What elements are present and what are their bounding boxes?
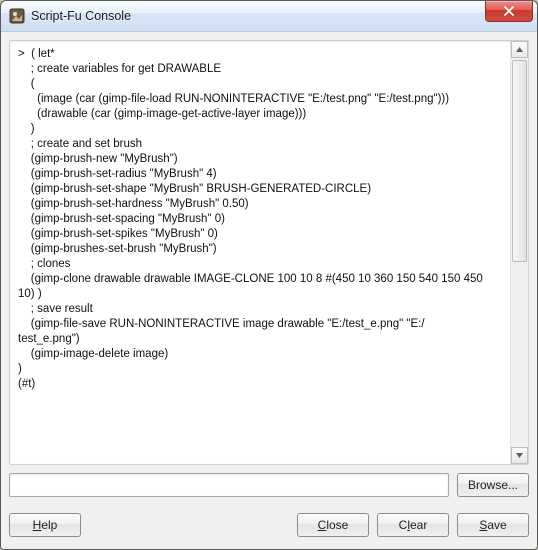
- app-icon: [9, 8, 25, 24]
- chevron-up-icon: [516, 47, 523, 52]
- chevron-down-icon: [516, 453, 523, 458]
- command-input-row: Browse...: [9, 473, 529, 497]
- titlebar[interactable]: Script-Fu Console: [1, 1, 537, 32]
- close-icon: [503, 6, 515, 16]
- close-button-label-rest: lose: [326, 518, 348, 532]
- scroll-down-button[interactable]: [511, 447, 528, 464]
- window-title: Script-Fu Console: [31, 9, 131, 23]
- browse-button-label: Browse...: [468, 478, 518, 492]
- save-button-label-rest: ave: [487, 518, 506, 532]
- command-input[interactable]: [9, 473, 449, 497]
- browse-button[interactable]: Browse...: [457, 473, 529, 497]
- console-output[interactable]: > ( let* ; create variables for get DRAW…: [10, 41, 510, 464]
- scroll-track[interactable]: [511, 58, 528, 447]
- console-output-frame: > ( let* ; create variables for get DRAW…: [9, 40, 529, 465]
- window-frame: Script-Fu Console > ( let* ; create vari…: [0, 0, 538, 550]
- vertical-scrollbar[interactable]: [510, 41, 528, 464]
- clear-button[interactable]: Clear: [377, 513, 449, 537]
- client-area: > ( let* ; create variables for get DRAW…: [1, 32, 537, 549]
- help-button-label-rest: elp: [41, 518, 57, 532]
- dialog-button-row: Help Close Clear Save: [9, 513, 529, 537]
- close-window-button[interactable]: [485, 1, 533, 22]
- close-button[interactable]: Close: [297, 513, 369, 537]
- scroll-thumb[interactable]: [512, 60, 527, 262]
- help-button[interactable]: Help: [9, 513, 81, 537]
- scroll-up-button[interactable]: [511, 41, 528, 58]
- clear-button-label-rest: ear: [410, 518, 427, 532]
- save-button[interactable]: Save: [457, 513, 529, 537]
